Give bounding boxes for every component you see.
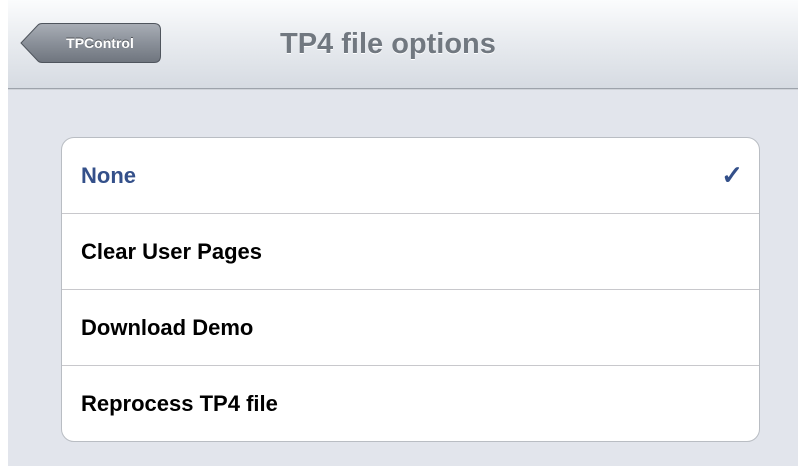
option-none[interactable]: None ✓ bbox=[62, 138, 759, 213]
option-label: Download Demo bbox=[81, 315, 254, 340]
option-reprocess-tp4-file[interactable]: Reprocess TP4 file bbox=[62, 366, 759, 441]
options-list: None ✓ Clear User Pages Download Demo Re… bbox=[61, 137, 760, 442]
screen: TPControl TP4 file options None ✓ Clear … bbox=[8, 0, 798, 466]
option-clear-user-pages[interactable]: Clear User Pages bbox=[62, 214, 759, 289]
back-button[interactable]: TPControl bbox=[20, 23, 161, 63]
option-label: Clear User Pages bbox=[81, 239, 262, 264]
option-label: None bbox=[81, 163, 136, 188]
checkmark-icon: ✓ bbox=[721, 160, 743, 190]
option-label: Reprocess TP4 file bbox=[81, 391, 278, 416]
page-title: TP4 file options bbox=[280, 28, 496, 60]
navigation-bar: TPControl TP4 file options bbox=[8, 0, 798, 89]
option-download-demo[interactable]: Download Demo bbox=[62, 290, 759, 365]
back-button-label: TPControl bbox=[66, 35, 134, 51]
